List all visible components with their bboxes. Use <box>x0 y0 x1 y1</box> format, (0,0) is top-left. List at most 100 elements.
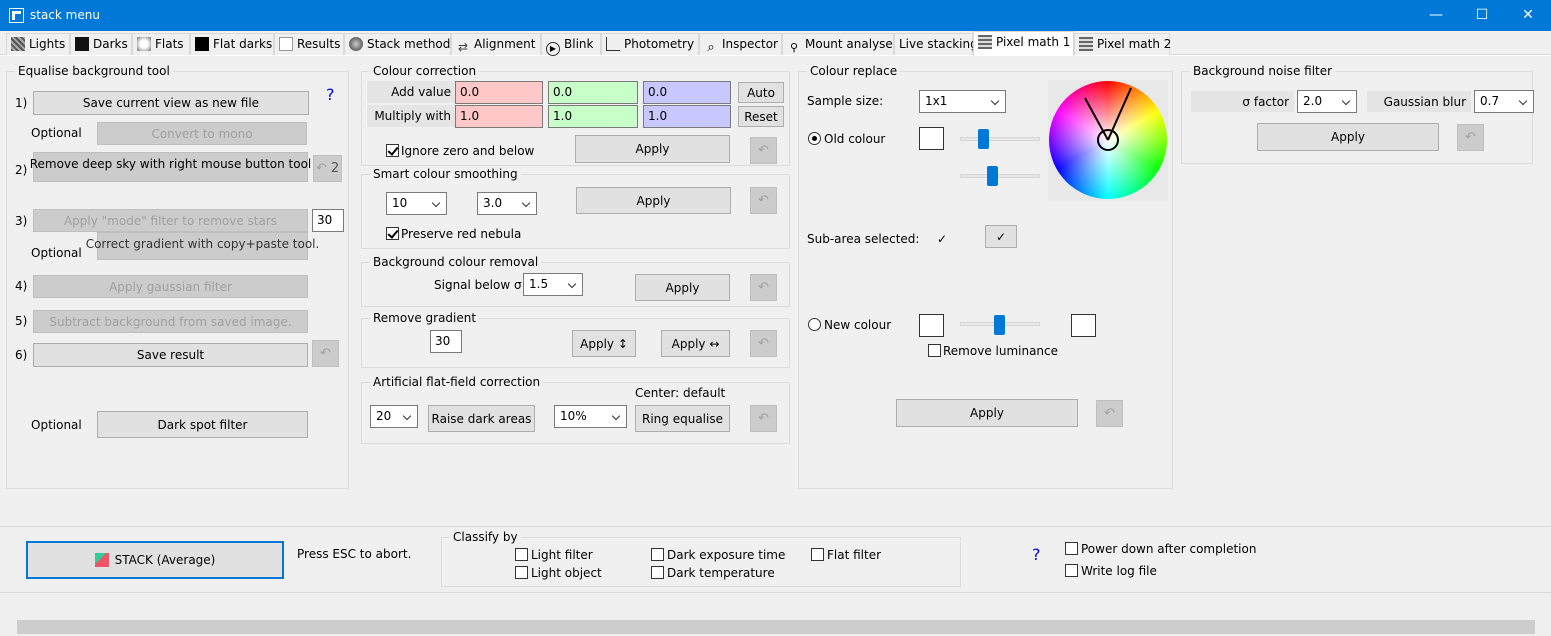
undo-count: 2 <box>330 161 340 176</box>
apply-horizontal-button[interactable]: Apply ↔ <box>661 330 730 357</box>
undo-button[interactable]: ↶ <box>1457 124 1484 151</box>
undo-button[interactable]: ↶ <box>312 340 339 367</box>
apply-gaussian-button[interactable]: Apply gaussian filter <box>33 275 308 298</box>
dark-spot-filter-button[interactable]: Dark spot filter <box>97 411 308 438</box>
undo-button[interactable]: ↶ <box>750 330 777 357</box>
undo-button[interactable]: ↶ <box>750 187 777 214</box>
old-colour-swatch[interactable] <box>919 127 944 150</box>
preserve-red-nebula-checkbox[interactable] <box>386 227 399 240</box>
save-result-button[interactable]: Save result <box>33 343 308 367</box>
remove-luminance-checkbox[interactable] <box>928 344 941 357</box>
undo-count-button[interactable]: ↶ 2 <box>313 155 342 182</box>
multiply-red-input[interactable]: 1.0 <box>455 105 543 128</box>
minimize-button[interactable]: — <box>1413 0 1459 31</box>
slider-thumb[interactable] <box>987 166 998 186</box>
tab-lights[interactable]: Lights <box>6 33 70 55</box>
add-red-input[interactable]: 0.0 <box>455 81 543 104</box>
scrollbar-thumb[interactable] <box>17 620 1535 634</box>
colour-replace-apply-button[interactable]: Apply <box>896 399 1078 427</box>
old-colour-slider-2[interactable] <box>960 174 1040 178</box>
tab-stack-method[interactable]: Stack method <box>344 33 451 55</box>
remove-luminance-label: Remove luminance <box>943 344 1059 358</box>
undo-button[interactable]: ↶ <box>750 405 777 432</box>
tab-pixel-math-2[interactable]: Pixel math 2 <box>1074 33 1171 55</box>
old-colour-radio[interactable] <box>808 132 821 145</box>
smoothing-factor-select[interactable]: 3.0 <box>477 192 537 215</box>
tab-flats[interactable]: Flats <box>132 33 190 55</box>
mode-value-input[interactable]: 30 <box>312 209 344 232</box>
group-title: Classify by <box>450 530 521 544</box>
flat-field-percent-select[interactable]: 10% <box>554 405 627 428</box>
slider-thumb[interactable] <box>994 315 1005 335</box>
tab-flat-darks[interactable]: Flat darks <box>190 33 274 55</box>
tab-inspector[interactable]: ⌕ Inspector <box>699 33 782 55</box>
light-filter-checkbox[interactable] <box>515 548 528 561</box>
ignore-zero-checkbox[interactable] <box>386 144 399 157</box>
tab-live-stacking[interactable]: Live stacking <box>894 33 978 55</box>
add-blue-input[interactable]: 0.0 <box>643 81 731 104</box>
tab-darks[interactable]: Darks <box>70 33 132 55</box>
help-icon[interactable]: ? <box>1032 545 1041 564</box>
signal-select[interactable]: 1.5 <box>523 273 583 296</box>
ring-equalise-button[interactable]: Ring equalise <box>635 405 730 432</box>
subtract-background-button[interactable]: Subtract background from saved image. <box>33 310 308 333</box>
correct-gradient-button[interactable]: Correct gradient with copy+paste tool. <box>86 232 319 260</box>
undo-icon: ↶ <box>758 193 769 208</box>
dark-exposure-checkbox[interactable] <box>651 548 664 561</box>
stack-button[interactable]: STACK (Average) <box>26 541 284 579</box>
sigma-factor-label: σ factor <box>1191 91 1294 112</box>
tab-alignment[interactable]: ⇄ Alignment <box>451 33 541 55</box>
apply-vertical-button[interactable]: Apply ↕ <box>572 330 636 357</box>
smart-colour-smoothing-group: Smart colour smoothing 10 3.0 Apply ↶ Pr… <box>361 167 790 249</box>
slider-thumb[interactable] <box>978 129 989 149</box>
tab-results[interactable]: Results <box>274 33 344 55</box>
smoothing-size-select[interactable]: 10 <box>386 192 447 215</box>
sub-area-button[interactable]: ✓ <box>985 225 1017 248</box>
bg-removal-apply-button[interactable]: Apply <box>635 274 730 301</box>
multiply-blue-input[interactable]: 1.0 <box>643 105 731 128</box>
undo-button[interactable]: ↶ <box>750 137 777 164</box>
new-colour-result-swatch[interactable] <box>1071 314 1096 337</box>
save-view-button[interactable]: Save current view as new file <box>33 91 309 115</box>
smoothing-apply-button[interactable]: Apply <box>576 187 731 214</box>
horizontal-scrollbar[interactable] <box>0 618 1551 636</box>
close-button[interactable]: ✕ <box>1505 0 1551 31</box>
step-label: 3) <box>15 214 28 228</box>
colour-wheel[interactable] <box>1048 80 1168 201</box>
help-icon[interactable]: ? <box>326 85 335 104</box>
tab-mount-analyse[interactable]: ⚲ Mount analyse <box>782 33 894 55</box>
apply-mode-button[interactable]: Apply "mode" filter to remove stars <box>33 209 308 232</box>
add-green-input[interactable]: 0.0 <box>548 81 638 104</box>
maximize-button[interactable]: ☐ <box>1459 0 1505 31</box>
raise-dark-areas-button[interactable]: Raise dark areas <box>428 405 535 432</box>
multiply-green-input[interactable]: 1.0 <box>548 105 638 128</box>
sample-size-select[interactable]: 1x1 <box>919 90 1006 113</box>
tab-photometry[interactable]: Photometry <box>601 33 699 55</box>
new-colour-radio[interactable] <box>808 318 821 331</box>
lights-icon <box>11 37 25 51</box>
dark-temperature-checkbox[interactable] <box>651 566 664 579</box>
undo-button[interactable]: ↶ <box>1096 400 1123 427</box>
sigma-factor-select[interactable]: 2.0 <box>1297 90 1357 113</box>
write-log-checkbox[interactable] <box>1065 564 1078 577</box>
undo-button[interactable]: ↶ <box>750 274 777 301</box>
flat-filter-checkbox[interactable] <box>811 548 824 561</box>
scroll-left-arrow[interactable] <box>3 622 7 631</box>
noise-filter-apply-button[interactable]: Apply <box>1257 123 1439 151</box>
convert-mono-button[interactable]: Convert to mono <box>97 122 307 145</box>
new-colour-swatch[interactable] <box>919 314 944 337</box>
gradient-value-input[interactable]: 30 <box>430 330 462 353</box>
reset-button[interactable]: Reset <box>738 106 784 127</box>
light-object-checkbox[interactable] <box>515 566 528 579</box>
power-down-checkbox[interactable] <box>1065 542 1078 555</box>
undo-icon: ↶ <box>758 411 769 426</box>
old-colour-slider-1[interactable] <box>960 137 1040 141</box>
gaussian-blur-select[interactable]: 0.7 <box>1474 90 1534 113</box>
flat-field-size-select[interactable]: 20 <box>370 405 418 428</box>
auto-button[interactable]: Auto <box>738 82 784 103</box>
flats-icon <box>137 37 151 51</box>
tab-blink[interactable]: ▶ Blink <box>541 33 601 56</box>
colour-correction-apply-button[interactable]: Apply <box>575 135 730 163</box>
tab-pixel-math-1[interactable]: Pixel math 1 <box>973 31 1074 56</box>
remove-deep-sky-button[interactable]: Remove deep sky with right mouse button … <box>30 152 311 182</box>
